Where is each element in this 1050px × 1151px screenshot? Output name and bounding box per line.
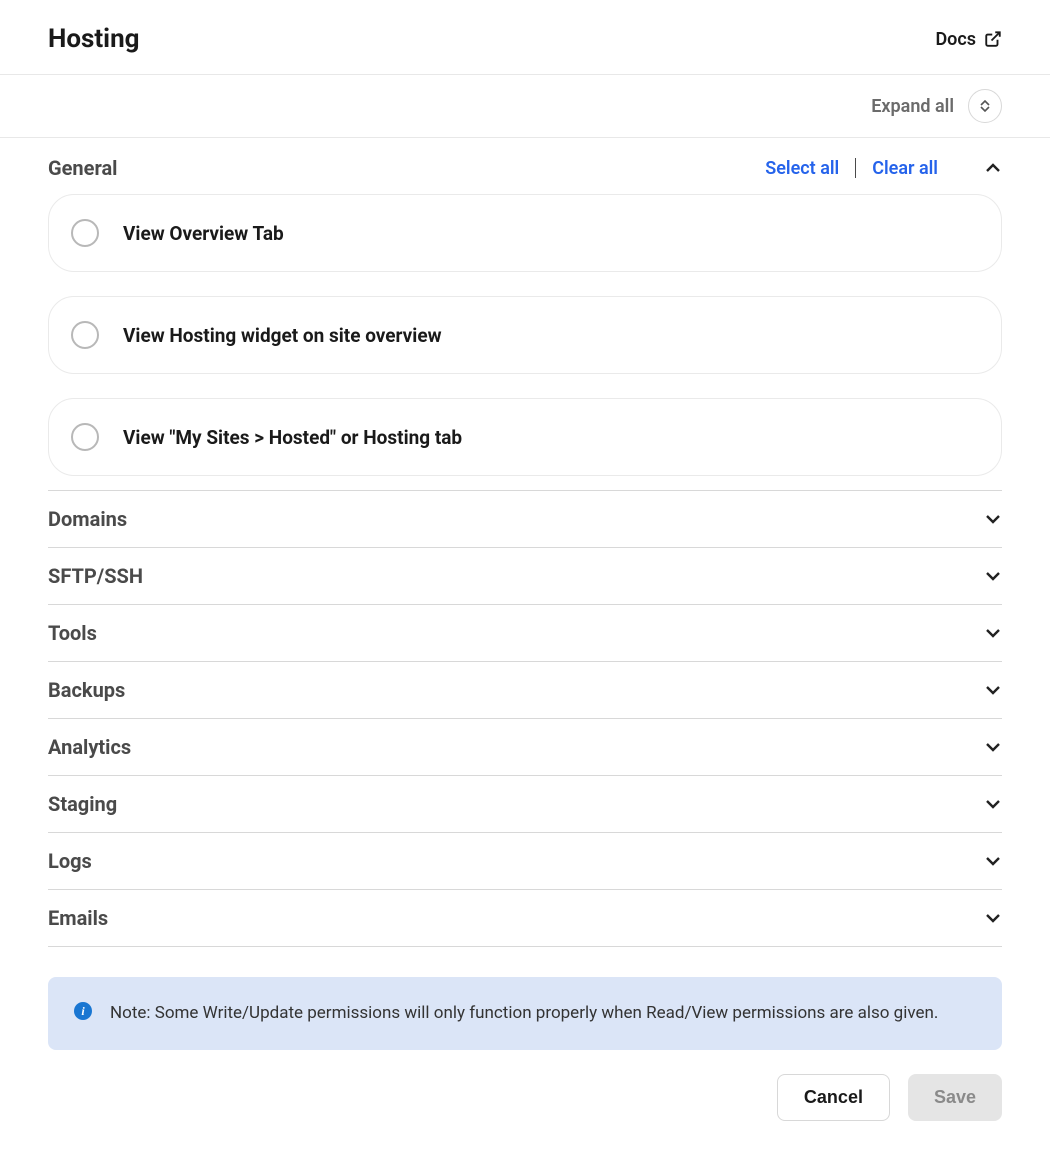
select-all-link[interactable]: Select all xyxy=(765,158,839,179)
section-title-general: General xyxy=(48,156,117,180)
section-header-staging[interactable]: Staging xyxy=(48,776,1002,833)
section-title: Domains xyxy=(48,507,127,531)
expand-button[interactable] xyxy=(984,909,1002,927)
page-title: Hosting xyxy=(48,24,140,54)
section-title: Staging xyxy=(48,792,117,816)
permission-toggle[interactable] xyxy=(71,321,99,349)
expand-button[interactable] xyxy=(984,681,1002,699)
section-title: Backups xyxy=(48,678,125,702)
clear-all-link[interactable]: Clear all xyxy=(872,158,938,179)
chevron-down-icon xyxy=(985,685,1001,695)
save-button[interactable]: Save xyxy=(908,1074,1002,1121)
chevron-down-icon xyxy=(985,742,1001,752)
section-header-sftp-ssh[interactable]: SFTP/SSH xyxy=(48,548,1002,605)
collapse-general-button[interactable] xyxy=(984,159,1002,177)
section-title: Tools xyxy=(48,621,97,645)
expand-button[interactable] xyxy=(984,510,1002,528)
chevron-down-icon xyxy=(985,571,1001,581)
chevron-down-icon xyxy=(985,913,1001,923)
section-header-emails[interactable]: Emails xyxy=(48,890,1002,947)
permission-label: View Overview Tab xyxy=(123,222,284,245)
content-area: General Select all Clear all View Overvi… xyxy=(0,138,1050,1050)
expand-all-label: Expand all xyxy=(871,96,954,117)
chevron-down-icon xyxy=(980,106,990,112)
permission-list-general: View Overview Tab View Hosting widget on… xyxy=(48,194,1002,491)
docs-label: Docs xyxy=(935,29,976,50)
permission-toggle[interactable] xyxy=(71,423,99,451)
chevron-up-icon xyxy=(985,163,1001,173)
expand-button[interactable] xyxy=(984,795,1002,813)
expand-button[interactable] xyxy=(984,567,1002,585)
section-header-general: General Select all Clear all xyxy=(48,138,1002,194)
permission-label: View "My Sites > Hosted" or Hosting tab xyxy=(123,426,462,449)
chevron-down-icon xyxy=(985,628,1001,638)
expand-button[interactable] xyxy=(984,624,1002,642)
info-icon: i xyxy=(74,1002,92,1020)
expand-all-button[interactable] xyxy=(968,89,1002,123)
footer-actions: Cancel Save xyxy=(0,1050,1050,1151)
section-header-analytics[interactable]: Analytics xyxy=(48,719,1002,776)
chevron-down-icon xyxy=(985,514,1001,524)
cancel-button[interactable]: Cancel xyxy=(777,1074,890,1121)
chevron-down-icon xyxy=(985,856,1001,866)
permission-item[interactable]: View Hosting widget on site overview xyxy=(48,296,1002,374)
expand-button[interactable] xyxy=(984,738,1002,756)
section-title: Emails xyxy=(48,906,108,930)
note-text: Note: Some Write/Update permissions will… xyxy=(110,999,938,1028)
note-box: i Note: Some Write/Update permissions wi… xyxy=(48,977,1002,1050)
section-header-tools[interactable]: Tools xyxy=(48,605,1002,662)
chevron-down-icon xyxy=(985,799,1001,809)
section-title: SFTP/SSH xyxy=(48,564,143,588)
section-header-logs[interactable]: Logs xyxy=(48,833,1002,890)
action-divider xyxy=(855,158,856,178)
section-title: Analytics xyxy=(48,735,131,759)
permission-item[interactable]: View Overview Tab xyxy=(48,194,1002,272)
expand-button[interactable] xyxy=(984,852,1002,870)
expand-all-row: Expand all xyxy=(0,75,1050,138)
external-link-icon xyxy=(984,30,1002,48)
permission-item[interactable]: View "My Sites > Hosted" or Hosting tab xyxy=(48,398,1002,476)
page-header: Hosting Docs xyxy=(0,0,1050,75)
permission-toggle[interactable] xyxy=(71,219,99,247)
section-header-domains[interactable]: Domains xyxy=(48,491,1002,548)
section-title: Logs xyxy=(48,849,92,873)
section-actions-general: Select all Clear all xyxy=(765,158,1002,179)
section-header-backups[interactable]: Backups xyxy=(48,662,1002,719)
docs-link[interactable]: Docs xyxy=(935,29,1002,50)
permission-label: View Hosting widget on site overview xyxy=(123,324,442,347)
